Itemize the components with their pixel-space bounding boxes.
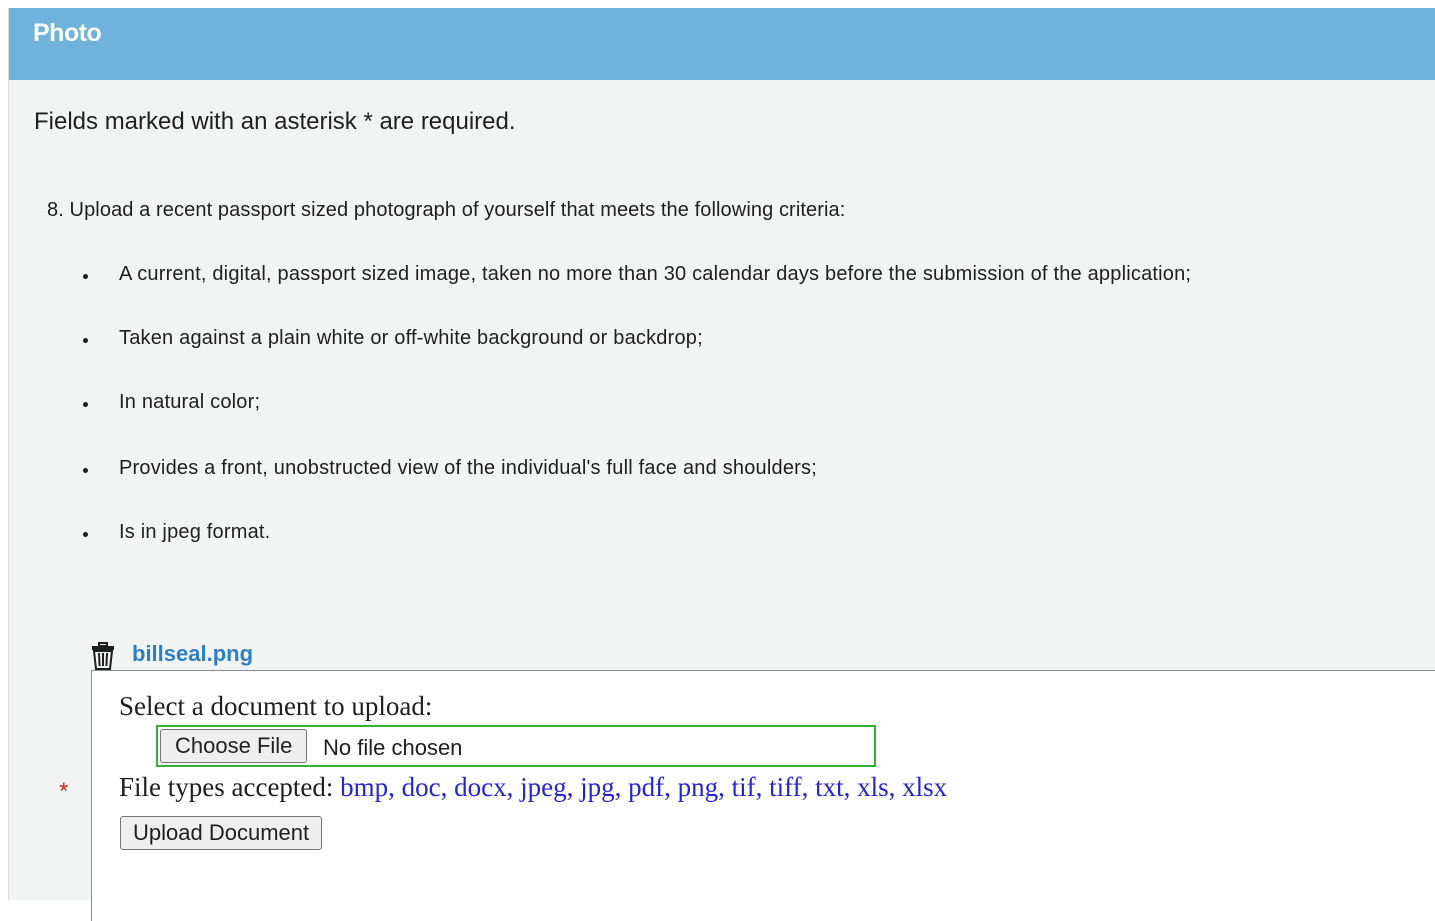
criteria-item-text: Provides a front, unobstructed view of t… (119, 457, 817, 479)
required-fields-note: Fields marked with an asterisk * are req… (34, 108, 516, 135)
upload-document-box: Select a document to upload: Choose File… (91, 670, 1435, 921)
upload-document-button[interactable]: Upload Document (120, 816, 323, 850)
file-types-line: File types accepted: bmp, doc, docx, jpe… (119, 772, 947, 803)
uploaded-file-link[interactable]: billseal.png (132, 641, 253, 667)
file-types-values: bmp, doc, docx, jpeg, jpg, pdf, png, tif… (340, 772, 948, 802)
required-marker: * (59, 778, 69, 805)
criteria-item-text: Taken against a plain white or off-white… (119, 327, 703, 349)
no-file-chosen-text: No file chosen (323, 735, 463, 760)
bullet-icon (83, 402, 88, 407)
photo-panel: Photo Fields marked with an asterisk * a… (8, 8, 1435, 921)
question-text: 8. Upload a recent passport sized photog… (47, 199, 846, 221)
select-document-label: Select a document to upload: (119, 691, 433, 721)
choose-file-button[interactable]: Choose File (160, 729, 308, 763)
criteria-item-text: A current, digital, passport sized image… (119, 263, 1192, 285)
panel-title: Photo (33, 19, 102, 47)
criteria-item-text: In natural color; (119, 391, 261, 413)
page-top-strip (0, 0, 1435, 8)
bullet-icon (83, 338, 88, 343)
bullet-icon (83, 532, 88, 537)
trash-icon[interactable] (91, 642, 115, 670)
panel-header: Photo (9, 8, 1435, 80)
bullet-icon (83, 274, 88, 279)
bullet-icon (83, 468, 88, 473)
criteria-item-text: Is in jpeg format. (119, 521, 271, 543)
file-input[interactable]: Choose File No file chosen (156, 725, 876, 767)
file-types-label: File types accepted: (119, 772, 334, 802)
